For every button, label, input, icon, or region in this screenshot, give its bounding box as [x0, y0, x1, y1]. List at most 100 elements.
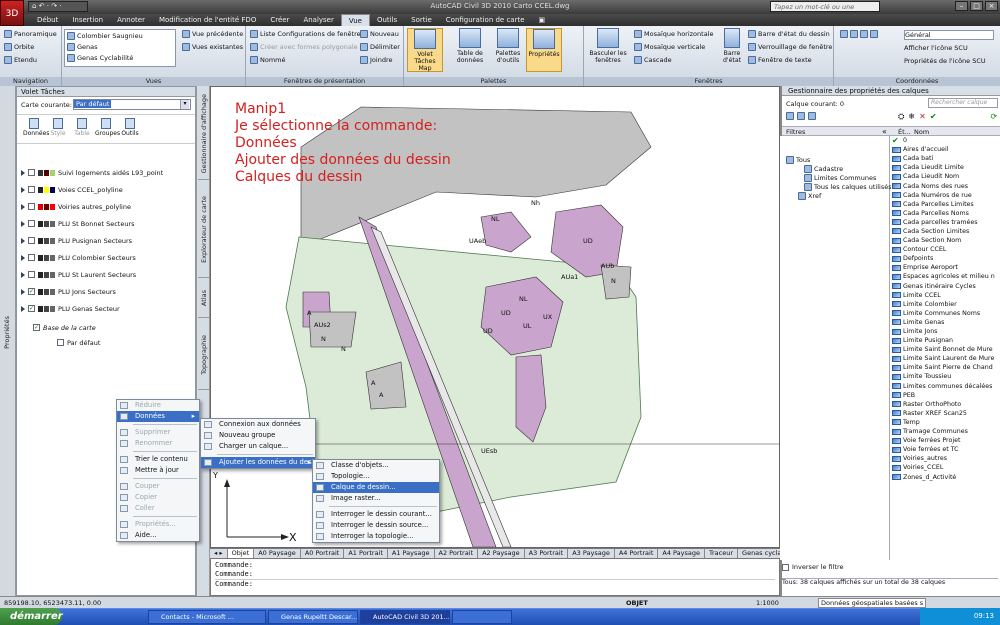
menu-0[interactable]: Début — [30, 14, 65, 26]
menu-item[interactable]: Interroger le dessin source... — [313, 520, 439, 531]
status-bar-button[interactable]: Barre d'état — [718, 28, 746, 72]
layer-list-row[interactable]: Emprise Aeroport — [891, 263, 1000, 272]
layer-list-row[interactable]: Cada parcelles tramées — [891, 218, 1000, 227]
tool-button-1[interactable]: Style — [47, 117, 69, 137]
layer-list-row[interactable]: Limite Saint Laurent de Mure — [891, 354, 1000, 363]
menu-1[interactable]: Insertion — [65, 14, 110, 26]
join-viewport-button[interactable]: Joindre — [360, 56, 392, 64]
base-map-checkbox[interactable]: ✓ — [33, 324, 40, 331]
menu-item[interactable]: Nouveau groupe — [201, 430, 315, 441]
layer-list-row[interactable]: Cada Lieudit Limite — [891, 163, 1000, 172]
taskbar-contacts[interactable]: Contacts - Microsoft ... — [148, 610, 266, 624]
tab-map-explorer[interactable]: Explorateur de carte — [198, 182, 210, 278]
refresh-icon[interactable]: ⟳ — [991, 112, 998, 122]
layer-list-row[interactable]: Limite CCEL — [891, 291, 1000, 300]
menu-item[interactable]: Classe d'objets... — [313, 460, 439, 471]
layer-list-row[interactable]: Voie ferrées Projet — [891, 436, 1000, 445]
menu-item[interactable]: Calque de dessin... — [313, 482, 439, 493]
layer-list-row[interactable]: Limite Toussieu — [891, 372, 1000, 381]
new-group-filter-icon[interactable] — [797, 112, 805, 120]
layer-list-row[interactable]: Contour CCEL — [891, 245, 1000, 254]
invert-filter-checkbox[interactable] — [782, 563, 789, 571]
named-viewport-button[interactable]: Nommé — [250, 56, 286, 64]
menu-item[interactable]: Trier le contenu — [117, 454, 199, 465]
menu-10[interactable]: ▣ — [532, 14, 553, 26]
layout-tab[interactable]: A3 Portrait — [525, 549, 569, 558]
tool-button-3[interactable]: Groupes — [95, 117, 120, 137]
layer-row[interactable]: PLU St Laurent Secteurs — [21, 267, 136, 282]
command-line[interactable]: Commande: Commande: Commande: — [210, 558, 780, 596]
expand-icon[interactable] — [21, 254, 25, 261]
layer-list-row[interactable]: Voiries_autres — [891, 454, 1000, 463]
layer-list-row[interactable]: Tramage Communes — [891, 427, 1000, 436]
expand-icon[interactable] — [21, 237, 25, 244]
menu-item[interactable]: Données ▸ — [117, 411, 199, 422]
layer-row[interactable]: Voies CCEL_polyline — [21, 182, 123, 197]
polygonal-viewport-button[interactable]: Créer avec formes polygonale — [250, 43, 358, 51]
start-button[interactable]: démarrer — [0, 608, 63, 625]
expand-icon[interactable] — [21, 288, 25, 295]
layer-visibility-checkbox[interactable] — [28, 254, 35, 261]
layout-tab[interactable]: A4 Paysage — [658, 549, 705, 558]
layer-list-row[interactable]: Raster XREF Scan25 — [891, 409, 1000, 418]
menu-6[interactable]: Vue — [340, 14, 370, 26]
layer-visibility-checkbox[interactable] — [28, 169, 35, 176]
layer-list-row[interactable]: Cada Section Limites — [891, 227, 1000, 236]
layer-list-row[interactable]: Cada Parcelles Limites — [891, 200, 1000, 209]
tab-topography[interactable]: Topographie — [198, 320, 210, 390]
minimize-icon[interactable]: – — [955, 1, 968, 11]
task-pane-button[interactable]: Volet Tâches Map — [407, 28, 443, 72]
layer-list-row[interactable]: Espaces agricoles et milieu n — [891, 272, 1000, 281]
filter-tree-item[interactable]: Tous les calques utilisés — [804, 183, 892, 191]
menu-8[interactable]: Sortie — [404, 14, 439, 26]
tile-vertical-button[interactable]: Mosaïque verticale — [634, 43, 705, 51]
layer-list-row[interactable]: Raster OrthoPhoto — [891, 400, 1000, 409]
menu-item[interactable]: Mettre à jour — [117, 465, 199, 476]
layout-tab[interactable]: A2 Portrait — [435, 549, 479, 558]
viewport-config-list-button[interactable]: Liste Configurations de fenêtre — [250, 30, 361, 38]
layer-list-row[interactable]: Cada bati — [891, 154, 1000, 163]
menu-item[interactable]: Topologie... — [313, 471, 439, 482]
view-list-item[interactable]: Genas — [67, 43, 98, 51]
saved-views-list[interactable]: Colombier Saugnieu Genas Genas Cyclabili… — [64, 29, 176, 67]
view-list-item[interactable]: Colombier Saugnieu — [67, 32, 143, 40]
ucs-select[interactable]: Général — [904, 30, 994, 40]
layer-list-row[interactable]: Defpoints — [891, 254, 1000, 263]
menu-3[interactable]: Modification de l'entité FDO — [152, 14, 263, 26]
invert-filter-option[interactable]: Inverser le filtre — [782, 562, 892, 572]
layout-tab[interactable]: Objet — [227, 549, 255, 558]
layer-visibility-checkbox[interactable]: ✓ — [28, 305, 35, 312]
layout-tab[interactable]: A1 Portrait — [344, 549, 388, 558]
menu-item[interactable]: Aide... — [117, 530, 199, 541]
name-column-header[interactable]: Nom — [914, 128, 929, 136]
layer-row[interactable]: Suivi logements aidés L93_point — [21, 165, 163, 180]
expand-icon[interactable] — [21, 169, 25, 176]
view-list-item[interactable]: Genas Cyclabilité — [67, 54, 133, 62]
layer-visibility-checkbox[interactable] — [28, 237, 35, 244]
orbit-button[interactable]: Orbite — [4, 43, 34, 51]
layer-list-row[interactable]: Zones_d_Activité — [891, 472, 1000, 481]
layer-visibility-checkbox[interactable] — [28, 203, 35, 210]
drawing-canvas[interactable]: Manip1 Je sélectionne la commande: Données… — [210, 86, 780, 548]
expand-icon[interactable] — [21, 305, 25, 312]
set-current-icon[interactable]: ✔ — [930, 112, 937, 122]
expand-icon[interactable] — [21, 203, 25, 210]
layer-list-row[interactable]: Cada Parcelles Noms — [891, 209, 1000, 218]
collapse-icon[interactable]: « — [882, 127, 887, 136]
taskbar-autocad[interactable]: AutoCAD Civil 3D 201... — [360, 610, 450, 624]
layout-nav[interactable]: ◂ ▸ — [210, 549, 228, 558]
layer-row[interactable]: Voiries autres_polyline — [21, 199, 131, 214]
layer-list-row[interactable]: Limite Saint Pierre de Chand — [891, 363, 1000, 372]
base-map-row[interactable]: ✓ Base de la carte — [33, 320, 96, 335]
layout-tab[interactable]: Traceur — [705, 549, 739, 558]
layer-list-row[interactable]: Voiries_CCEL — [891, 463, 1000, 472]
filter-tree-item[interactable]: Limites Communes — [804, 174, 876, 182]
default-checkbox[interactable] — [57, 339, 64, 346]
layer-visibility-checkbox[interactable] — [28, 271, 35, 278]
expand-icon[interactable] — [21, 220, 25, 227]
taskbar-blank[interactable] — [452, 610, 512, 624]
layer-row[interactable]: PLU Colombier Secteurs — [21, 250, 136, 265]
expand-icon[interactable] — [21, 271, 25, 278]
workspace-select[interactable]: Données géospatiales basées s — [818, 598, 927, 608]
existing-views-button[interactable]: Vues existantes — [182, 43, 243, 51]
